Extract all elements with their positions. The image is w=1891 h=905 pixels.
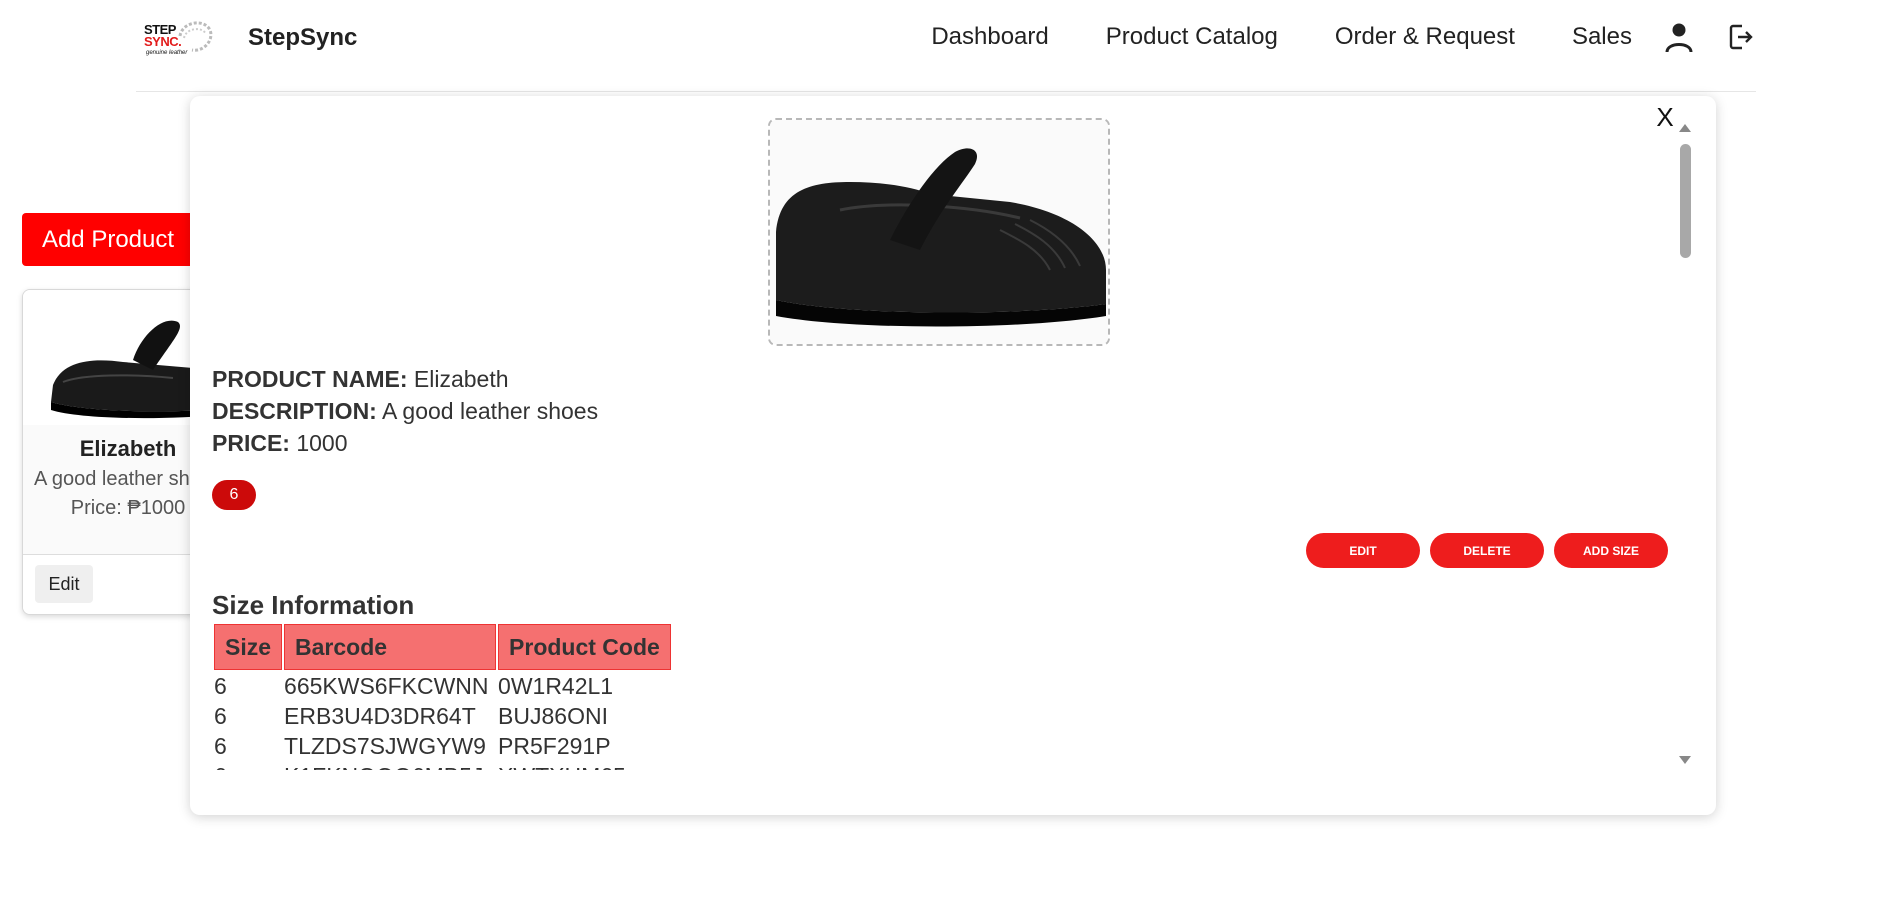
scroll-up-arrow-icon[interactable] bbox=[1679, 124, 1691, 132]
delete-button[interactable]: DELETE bbox=[1430, 533, 1544, 568]
logo-line2: SYNC. bbox=[144, 34, 182, 49]
barcode-cell: K1FKNOQQ6MB5J bbox=[284, 762, 496, 771]
main-nav: Dashboard Product Catalog Order & Reques… bbox=[874, 0, 1756, 74]
description-row: DESCRIPTION: A good leather shoes bbox=[212, 398, 598, 425]
user-icon[interactable] bbox=[1664, 20, 1694, 54]
scroll-thumb[interactable] bbox=[1680, 144, 1691, 258]
product-detail-modal: X PRODUCT NAME: Elizabeth DESCRIPTION: A… bbox=[190, 96, 1716, 815]
product-name-label: PRODUCT NAME: bbox=[212, 366, 408, 392]
brand-name[interactable]: StepSync bbox=[248, 24, 357, 52]
size-table: Size Barcode Product Code 6 665KWS6FKCWN… bbox=[212, 622, 673, 770]
logo-tagline: genuine leather bbox=[146, 50, 188, 56]
size-cell: 6 bbox=[214, 672, 227, 699]
top-header: STEP SYNC. genuine leather StepSync Dash… bbox=[136, 0, 1756, 92]
nav-sales[interactable]: Sales bbox=[1572, 23, 1632, 51]
table-row: 6 665KWS6FKCWNN 0W1R42L1 bbox=[214, 672, 671, 700]
size-cell: 6 bbox=[214, 732, 227, 759]
scroll-down-arrow-icon[interactable] bbox=[1679, 756, 1691, 764]
product-code-cell: 0W1R42L1 bbox=[498, 672, 614, 699]
description-value: A good leather shoes bbox=[381, 398, 599, 424]
size-information-title: Size Information bbox=[212, 590, 415, 620]
size-badge[interactable]: 6 bbox=[212, 480, 256, 510]
description-label: DESCRIPTION: bbox=[212, 398, 377, 424]
barcode-cell: 665KWS6FKCWNN bbox=[284, 672, 489, 699]
stepsync-logo[interactable]: STEP SYNC. genuine leather bbox=[144, 14, 214, 60]
nav-product-catalog[interactable]: Product Catalog bbox=[1106, 23, 1278, 51]
barcode-cell: TLZDS7SJWGYW9 bbox=[284, 732, 486, 759]
size-column-header: Size bbox=[214, 624, 283, 670]
product-name-value: Elizabeth bbox=[413, 366, 509, 392]
card-edit-button[interactable]: Edit bbox=[35, 565, 93, 603]
price-row: PRICE: 1000 bbox=[212, 430, 348, 457]
price-value: 1000 bbox=[296, 430, 348, 456]
table-row: 6 TLZDS7SJWGYW9 PR5F291P bbox=[214, 732, 671, 760]
product-code-cell: BUJ86ONI bbox=[498, 702, 608, 729]
modal-scroll-area[interactable]: PRODUCT NAME: Elizabeth DESCRIPTION: A g… bbox=[190, 96, 1676, 770]
nav-dashboard[interactable]: Dashboard bbox=[931, 23, 1048, 51]
barcode-cell: ERB3U4D3DR64T bbox=[284, 702, 476, 729]
product-code-cell: PR5F291P bbox=[498, 732, 611, 759]
product-code-column-header: Product Code bbox=[498, 624, 671, 670]
barcode-column-header: Barcode bbox=[284, 624, 497, 670]
nav-order-request[interactable]: Order & Request bbox=[1335, 23, 1515, 51]
product-image[interactable] bbox=[768, 118, 1110, 346]
product-code-cell: XWTXHM65 bbox=[498, 762, 671, 771]
table-row: 6 K1FKNOQQ6MB5J XWTXHM65 bbox=[214, 762, 671, 771]
modal-scrollbar[interactable] bbox=[1678, 124, 1692, 764]
size-cell: 6 bbox=[214, 702, 227, 729]
add-size-button[interactable]: ADD SIZE bbox=[1554, 533, 1668, 568]
add-product-button[interactable]: Add Product bbox=[22, 213, 194, 266]
table-row: 6 ERB3U4D3DR64T BUJ86ONI bbox=[214, 702, 671, 730]
size-cell: 6 bbox=[214, 762, 282, 771]
product-name-row: PRODUCT NAME: Elizabeth bbox=[212, 366, 509, 393]
price-label: PRICE: bbox=[212, 430, 290, 456]
edit-button[interactable]: EDIT bbox=[1306, 533, 1420, 568]
logout-icon[interactable] bbox=[1726, 20, 1756, 54]
